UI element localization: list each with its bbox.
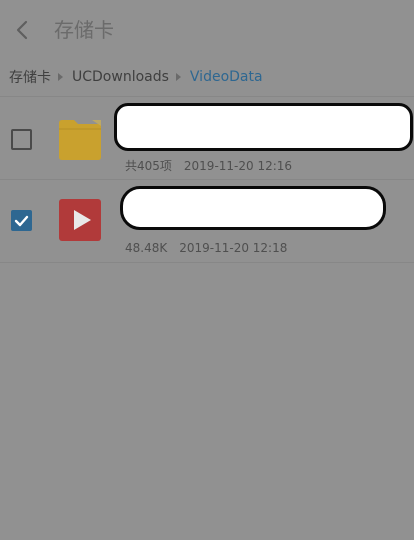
file-modified-date: 2019-11-20 12:18 [179,241,288,255]
file-name-redacted [114,103,413,151]
file-list-item-folder[interactable]: 共405项 2019-11-20 12:16 [0,97,414,179]
select-checkbox-checked[interactable] [11,210,32,231]
back-button[interactable] [8,14,36,46]
file-meta: 共405项 2019-11-20 12:16 [125,158,292,174]
checkmark-icon [14,215,29,226]
file-name-redacted [120,186,386,230]
app-header: 存储卡 [0,0,414,60]
file-list-item-video[interactable]: 48.48K 2019-11-20 12:18 [0,180,414,262]
folder-icon [58,117,102,161]
chevron-left-icon [16,20,28,40]
breadcrumb-item-storage-card[interactable]: 存储卡 [9,67,51,87]
file-item-count: 共405项 [125,159,172,173]
page-title: 存储卡 [54,18,114,42]
video-play-icon [58,198,102,242]
breadcrumb: 存储卡 UCDownloads VideoData [0,60,414,94]
triangle-right-icon [58,73,63,81]
breadcrumb-item-ucdownloads[interactable]: UCDownloads [72,69,169,85]
triangle-right-icon [175,73,181,81]
breadcrumb-item-videodata[interactable]: VideoData [190,69,263,85]
file-size: 48.48K [125,241,168,255]
file-meta: 48.48K 2019-11-20 12:18 [125,240,287,256]
divider [0,262,414,263]
select-checkbox[interactable] [11,129,32,150]
file-modified-date: 2019-11-20 12:16 [183,159,293,173]
